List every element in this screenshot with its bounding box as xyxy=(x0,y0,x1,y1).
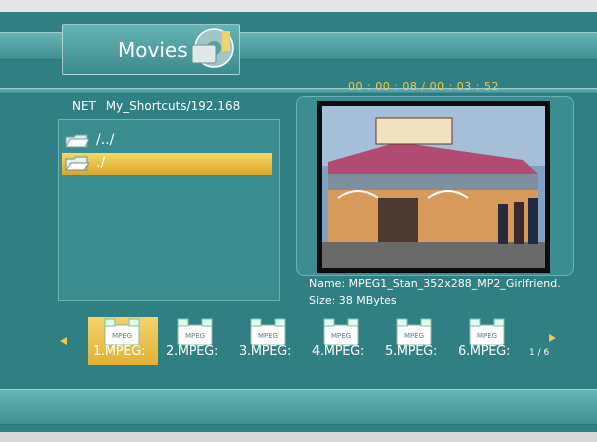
sub-band xyxy=(0,88,597,94)
video-file-icon[interactable]: MPEG xyxy=(99,317,145,347)
file-item-current[interactable]: ./ xyxy=(62,153,272,175)
folder-icon xyxy=(65,133,90,149)
scroll-left-arrow-icon[interactable] xyxy=(60,337,67,345)
svg-text:MPEG: MPEG xyxy=(331,332,351,340)
thumbnail-label[interactable]: 3.MPEG: xyxy=(239,344,291,359)
file-item-label: ./ xyxy=(96,155,106,171)
video-file-icon[interactable]: MPEG xyxy=(464,317,510,347)
file-browser[interactable]: /../ ./ xyxy=(58,119,280,301)
file-item-label: /../ xyxy=(96,132,115,148)
video-file-icon[interactable]: MPEG xyxy=(318,317,364,347)
footer-band xyxy=(0,389,597,425)
bottom-frame xyxy=(0,432,597,442)
thumbnail-label[interactable]: 1.MPEG: xyxy=(93,344,145,359)
svg-text:MPEG: MPEG xyxy=(258,332,278,340)
time-separator: / xyxy=(421,80,426,93)
svg-text:MPEG: MPEG xyxy=(477,332,497,340)
thumbnail-label[interactable]: 5.MPEG: xyxy=(385,344,437,359)
scroll-right-arrow-icon[interactable] xyxy=(549,334,556,342)
file-item-parent[interactable]: /../ xyxy=(62,130,272,152)
total-time: 00 : 03 : 52 xyxy=(429,80,499,93)
page-indicator: 1 / 6 xyxy=(529,348,550,358)
page-title: Movies xyxy=(118,38,188,62)
playback-time: 00 : 00 : 08 / 00 : 03 : 52 xyxy=(348,80,499,93)
path-label: NET My_Shortcuts/192.168 xyxy=(72,99,240,113)
top-frame xyxy=(0,0,597,12)
thumbnail-label[interactable]: 4.MPEG: xyxy=(312,344,364,359)
file-size: Size: 38 MBytes xyxy=(309,294,397,307)
net-label: NET xyxy=(72,99,96,113)
video-preview[interactable] xyxy=(317,101,550,273)
svg-text:MPEG: MPEG xyxy=(112,332,132,340)
video-file-icon[interactable]: MPEG xyxy=(245,317,291,347)
file-name: Name: MPEG1_Stan_352x288_MP2_Girlfriend. xyxy=(309,277,561,290)
current-time: 00 : 00 : 08 xyxy=(348,80,418,93)
thumbnail-label[interactable]: 2.MPEG: xyxy=(166,344,218,359)
svg-text:MPEG: MPEG xyxy=(404,332,424,340)
svg-text:MPEG: MPEG xyxy=(185,332,205,340)
video-frame-image xyxy=(318,102,549,272)
path-text: My_Shortcuts/192.168 xyxy=(105,99,241,113)
video-file-icon[interactable]: MPEG xyxy=(172,317,218,347)
film-reel-icon xyxy=(188,25,238,75)
folder-open-icon xyxy=(65,156,90,172)
thumbnail-label[interactable]: 6.MPEG: xyxy=(458,344,510,359)
video-file-icon[interactable]: MPEG xyxy=(391,317,437,347)
